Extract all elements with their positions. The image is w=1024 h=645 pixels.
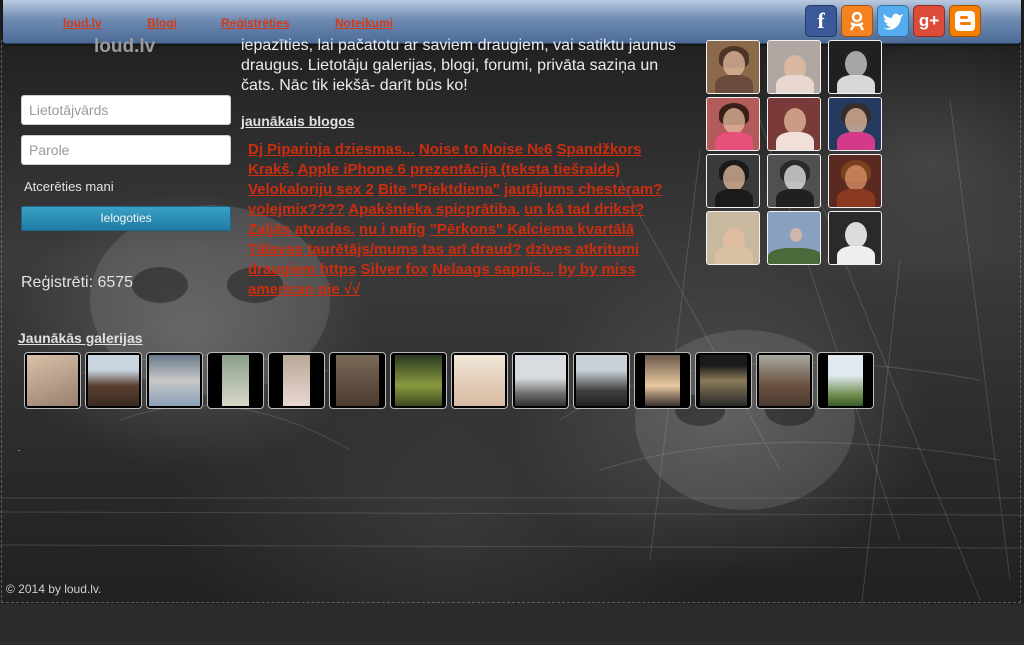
user-photo[interactable] bbox=[767, 211, 821, 265]
nav-link-register[interactable]: Reģistrēties bbox=[221, 16, 290, 30]
google-plus-icon[interactable]: g+ bbox=[913, 5, 945, 37]
site-logo[interactable]: loud.lv bbox=[94, 36, 155, 58]
latest-blogs-heading[interactable]: jaunākais blogos bbox=[241, 113, 355, 129]
login-button[interactable]: Ielogoties bbox=[21, 206, 231, 231]
user-photo[interactable] bbox=[706, 154, 760, 208]
nav-link-home[interactable]: loud.lv bbox=[63, 16, 102, 30]
gallery-thumbnail[interactable] bbox=[207, 352, 264, 409]
divider-dot bbox=[18, 450, 20, 451]
user-photo[interactable] bbox=[706, 97, 760, 151]
user-photo[interactable] bbox=[767, 97, 821, 151]
gallery-thumbnail[interactable] bbox=[268, 352, 325, 409]
gallery-thumbnail[interactable] bbox=[512, 352, 569, 409]
registered-count: Reģistrēti: 6575 bbox=[21, 274, 134, 291]
gallery-thumbnail[interactable] bbox=[573, 352, 630, 409]
user-photo[interactable] bbox=[828, 154, 882, 208]
blog-link[interactable]: nu i nafig bbox=[359, 221, 426, 238]
user-photo[interactable] bbox=[706, 40, 760, 94]
gallery-thumbnail[interactable] bbox=[634, 352, 691, 409]
blog-link[interactable]: "Pērkons" Kalciema kvartālā bbox=[430, 221, 634, 238]
blog-link[interactable]: jautājums chesteram? bbox=[504, 181, 662, 198]
blog-link[interactable]: Apakšnieka spicprātiba. bbox=[348, 201, 520, 218]
blog-link[interactable]: volejmix???? bbox=[248, 201, 345, 218]
gallery-thumbnail[interactable] bbox=[756, 352, 813, 409]
blog-link[interactable]: Zaļjās atvadas. bbox=[248, 221, 355, 238]
gallery-thumbnail[interactable] bbox=[329, 352, 386, 409]
nav-link-blogs[interactable]: Blogi bbox=[147, 16, 177, 30]
user-photo[interactable] bbox=[828, 40, 882, 94]
twitter-icon[interactable] bbox=[877, 5, 909, 37]
blog-link[interactable]: Tālavas taurētājs/mums tas arī draud? bbox=[248, 241, 521, 258]
odnoklassniki-icon[interactable] bbox=[841, 5, 873, 37]
user-photo[interactable] bbox=[767, 40, 821, 94]
user-photo[interactable] bbox=[828, 211, 882, 265]
blog-link[interactable]: Velokaloriju sex 2 bbox=[248, 181, 374, 198]
blog-link[interactable]: Apple iPhone 6 prezentācija (teksta tieš… bbox=[298, 161, 621, 178]
remember-me-checkbox[interactable]: Atcerēties mani bbox=[24, 179, 114, 194]
username-field[interactable] bbox=[21, 95, 231, 125]
bottom-strip bbox=[0, 604, 1024, 645]
gallery-thumbnail[interactable] bbox=[146, 352, 203, 409]
blog-link[interactable]: un kā tad drikst? bbox=[524, 201, 644, 218]
gallery-thumbnail[interactable] bbox=[817, 352, 874, 409]
gallery-thumbnail[interactable] bbox=[85, 352, 142, 409]
blog-link[interactable]: Silver fox bbox=[361, 261, 429, 278]
password-field[interactable] bbox=[21, 135, 231, 165]
intro-text: iepazīties, lai pačatotu ar saviem draug… bbox=[241, 37, 676, 94]
gallery-thumbnail[interactable] bbox=[695, 352, 752, 409]
blog-link[interactable]: Nelaags sapnis... bbox=[432, 261, 554, 278]
user-photo[interactable] bbox=[706, 211, 760, 265]
blog-link[interactable]: dzīves atkritumi bbox=[526, 241, 639, 258]
gallery-thumbnail[interactable] bbox=[390, 352, 447, 409]
blog-link[interactable]: Bite "Piektdiena" bbox=[378, 181, 500, 198]
blogger-icon[interactable] bbox=[949, 5, 981, 37]
blog-link[interactable]: Dj Piparinja dziesmas... bbox=[248, 141, 415, 158]
latest-blogs-list: Dj Piparinja dziesmas... Noise to Noise … bbox=[248, 140, 683, 300]
facebook-icon[interactable]: f bbox=[805, 5, 837, 37]
nav-link-rules[interactable]: Noteikumi bbox=[335, 16, 393, 30]
footer-copyright: © 2014 by loud.lv. bbox=[6, 582, 102, 596]
user-photo[interactable] bbox=[828, 97, 882, 151]
user-photo[interactable] bbox=[767, 154, 821, 208]
gallery-thumbnail[interactable] bbox=[24, 352, 81, 409]
blog-link[interactable]: draugiem https bbox=[248, 261, 356, 278]
blog-link[interactable]: Noise to Noise №6 bbox=[419, 141, 552, 158]
gallery-thumbnail[interactable] bbox=[451, 352, 508, 409]
latest-galleries-heading[interactable]: Jaunākās galerijas bbox=[18, 330, 143, 346]
